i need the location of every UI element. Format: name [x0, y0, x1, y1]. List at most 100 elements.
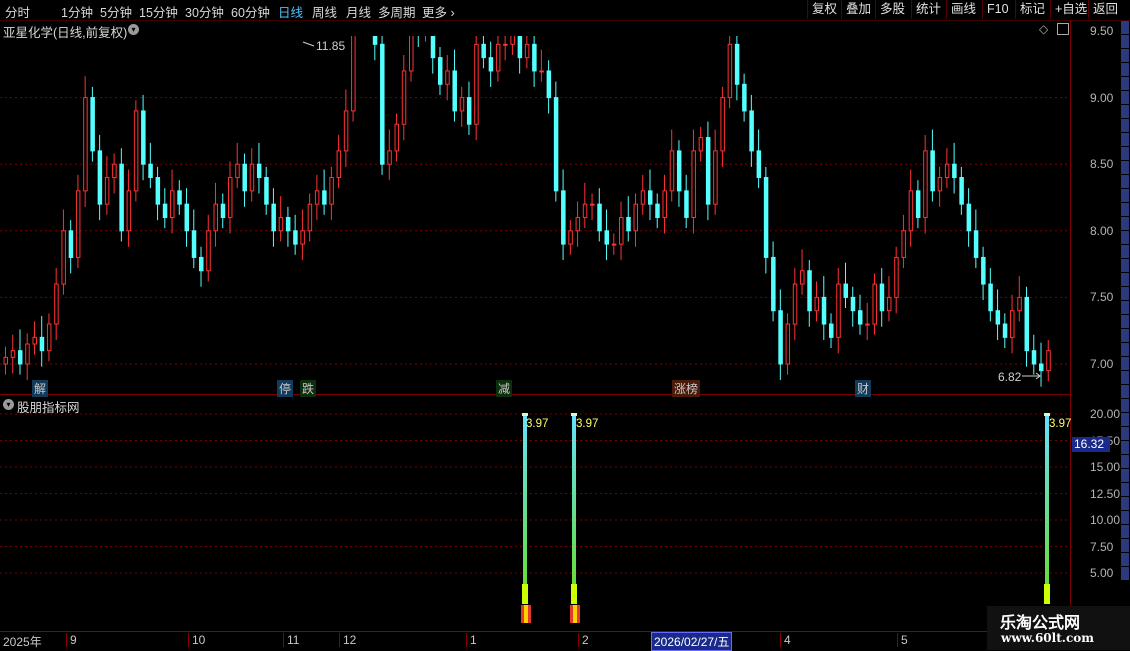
mark-button[interactable]: 标记	[1015, 0, 1049, 19]
tab-1min[interactable]: 1分钟	[61, 2, 93, 21]
overlay-button[interactable]: 叠加	[841, 0, 875, 19]
candle-body	[177, 190, 182, 205]
side-info-strip[interactable]	[1119, 20, 1130, 630]
time-label: 5	[897, 633, 908, 647]
yellow-base-block	[573, 605, 577, 623]
tab-weekly[interactable]: 周线	[312, 2, 337, 21]
candle-body	[264, 177, 269, 205]
indicator-tick-label: 20.00	[1090, 407, 1121, 421]
more-label: 更多	[422, 6, 448, 20]
draw-line-button[interactable]: 画线	[946, 0, 980, 19]
candle-body	[227, 177, 233, 218]
time-label: 11	[283, 633, 299, 647]
event-reduce[interactable]: 减	[496, 380, 513, 397]
candle-body	[879, 283, 885, 312]
candle-body	[626, 216, 631, 232]
candle-body	[495, 43, 501, 72]
price-tick-label: 9.00	[1090, 90, 1114, 105]
candle-body	[763, 177, 769, 258]
axis-divider	[1070, 20, 1071, 632]
f10-button[interactable]: F10	[982, 0, 1013, 19]
indicator-tick-label: 7.50	[1090, 539, 1114, 554]
candle-body	[857, 310, 863, 325]
diamond-icon[interactable]: ◇	[1039, 22, 1048, 36]
tab-multi-period[interactable]: 多周期	[378, 2, 416, 21]
restore-right-button[interactable]: 复权	[807, 0, 841, 19]
candle-body	[734, 43, 740, 85]
indicator-tick-label: 15.00	[1090, 460, 1121, 474]
chevron-down-icon[interactable]: ▾	[128, 24, 139, 35]
add-watchlist-button[interactable]: +自选	[1050, 0, 1091, 19]
time-label: 9	[66, 633, 77, 647]
statistics-button[interactable]: 统计	[911, 0, 945, 19]
candle-body	[510, 36, 515, 45]
candle-body	[930, 150, 935, 192]
signal-bar-cap	[1044, 413, 1050, 416]
multi-stock-button[interactable]: 多股	[875, 0, 909, 19]
signal-bar-base	[1044, 584, 1050, 604]
event-fall[interactable]: 跌	[300, 380, 317, 397]
tab-30min[interactable]: 30分钟	[185, 2, 224, 21]
tab-60min[interactable]: 60分钟	[231, 2, 270, 21]
candle-body	[191, 230, 197, 258]
time-label: 12	[339, 633, 356, 647]
candle-body	[720, 97, 725, 152]
event-unlock[interactable]: 解	[32, 380, 49, 397]
event-suspend[interactable]: 停	[277, 380, 294, 397]
current-value-box: 16.32	[1072, 437, 1110, 452]
signal-bar	[1045, 414, 1049, 604]
candle-body	[640, 190, 646, 205]
indicator-chart[interactable]	[0, 404, 1070, 629]
candle-body	[409, 36, 414, 72]
tab-monthly[interactable]: 月线	[346, 2, 371, 21]
panel-toggle-icon[interactable]	[1057, 23, 1069, 35]
event-finance[interactable]: 财	[855, 380, 872, 397]
tab-15min[interactable]: 15分钟	[139, 2, 178, 21]
candle-body	[235, 163, 240, 179]
candle-body	[850, 296, 856, 312]
signal-bar-base	[522, 584, 528, 604]
candle-body	[97, 150, 103, 205]
candle-body	[141, 110, 146, 165]
candle-body	[814, 296, 820, 312]
time-axis: 2025年 9 10 11 12 1 2 4 5	[0, 631, 1070, 651]
candle-body	[466, 97, 472, 125]
candle-body	[10, 350, 16, 358]
tab-5min[interactable]: 5分钟	[100, 2, 132, 21]
candle-body	[249, 163, 255, 192]
candle-body	[112, 163, 117, 179]
candle-body	[561, 190, 566, 245]
candle-body	[83, 97, 88, 192]
candle-body	[184, 203, 190, 232]
candle-body	[54, 283, 59, 325]
candle-body	[575, 216, 581, 232]
high-price-label: 11.85	[316, 39, 346, 53]
candle-body	[655, 203, 660, 218]
candle-body	[705, 137, 711, 205]
candle-body	[155, 177, 161, 205]
tab-daily[interactable]: 日线	[278, 2, 303, 21]
candle-body	[792, 283, 798, 325]
candlestick-chart[interactable]	[0, 36, 1070, 396]
candle-body	[372, 36, 378, 45]
candle-body	[39, 336, 45, 352]
candle-body	[829, 323, 834, 338]
candle-body	[800, 270, 805, 285]
tab-more[interactable]: 更多 ›	[422, 2, 455, 21]
candle-body	[481, 43, 486, 59]
candle-body	[872, 283, 877, 325]
candle-body	[582, 203, 588, 218]
signal-bar	[523, 414, 527, 604]
price-tick-label: 7.00	[1090, 357, 1114, 371]
event-rank[interactable]: 涨榜	[672, 380, 701, 397]
tab-fenshi[interactable]: 分时	[5, 2, 30, 21]
candle-body	[242, 163, 247, 192]
candle-body	[915, 190, 921, 218]
low-price-label: 6.82	[998, 370, 1022, 384]
candle-body	[771, 256, 776, 312]
candle-body	[981, 256, 986, 285]
candle-body	[1046, 350, 1051, 372]
candle-body	[836, 283, 841, 338]
back-button[interactable]: 返回	[1088, 0, 1122, 19]
candle-body	[973, 230, 979, 258]
